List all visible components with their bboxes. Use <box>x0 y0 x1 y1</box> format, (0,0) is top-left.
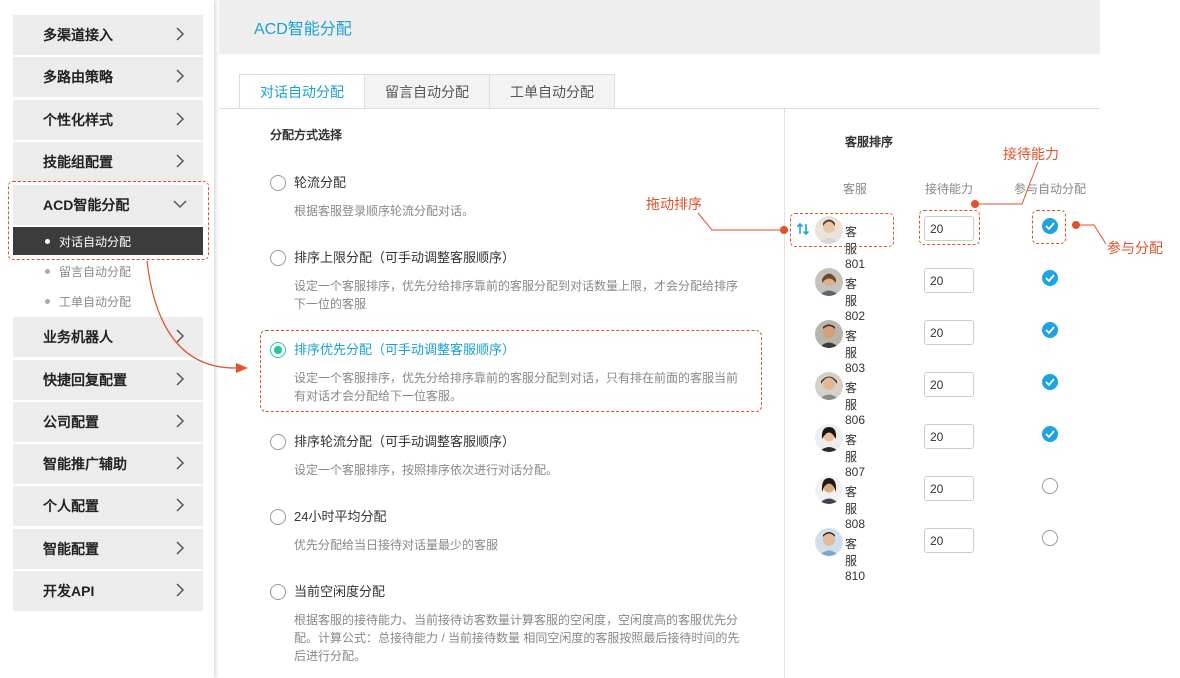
annotation-connectors <box>146 161 1107 373</box>
